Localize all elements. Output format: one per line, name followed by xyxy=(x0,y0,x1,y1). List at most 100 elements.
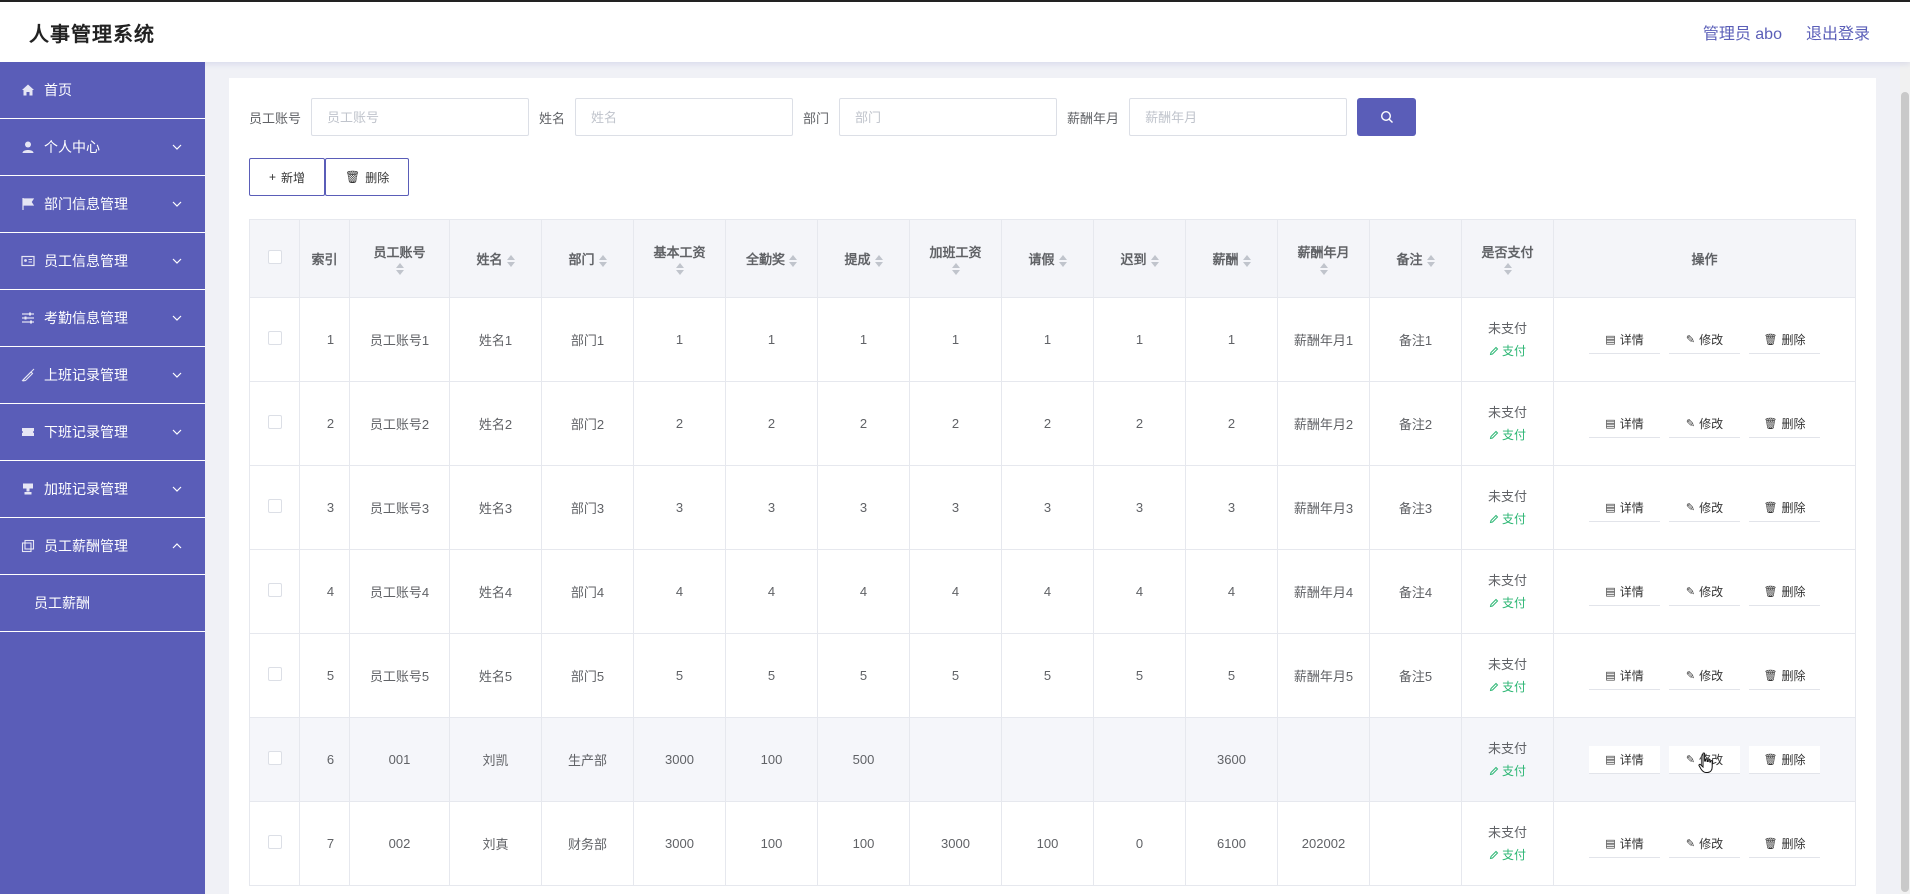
scrollbar-thumb[interactable] xyxy=(1901,92,1909,892)
cell-salary: 5 xyxy=(1185,633,1278,718)
edit-button[interactable]: ✎ 修改 xyxy=(1669,493,1740,522)
edit-button[interactable]: ✎ 修改 xyxy=(1669,661,1740,690)
logout-link[interactable]: 退出登录 xyxy=(1806,20,1870,44)
detail-button[interactable]: ▤ 详情 xyxy=(1589,325,1660,354)
select-all-checkbox[interactable] xyxy=(267,250,282,264)
pay-button[interactable]: 支付 xyxy=(1489,760,1526,782)
column-header[interactable]: 薪酬年月 xyxy=(1277,219,1370,298)
sort-icon[interactable] xyxy=(598,254,607,267)
edit-icon xyxy=(1489,682,1499,691)
current-user[interactable]: 管理员 abo xyxy=(1703,20,1782,44)
detail-button[interactable]: ▤ 详情 xyxy=(1589,829,1660,858)
column-header: 索引 xyxy=(299,219,350,298)
sort-icon[interactable] xyxy=(395,262,404,275)
account-input[interactable] xyxy=(311,98,530,136)
sort-icon[interactable] xyxy=(1058,254,1067,267)
add-button[interactable]: + 新增 xyxy=(249,158,326,196)
stamp-icon xyxy=(20,481,36,497)
column-header[interactable]: 薪酬 xyxy=(1185,219,1278,298)
sort-icon[interactable] xyxy=(1242,254,1251,267)
pay-button[interactable]: 支付 xyxy=(1489,592,1526,614)
row-checkbox[interactable] xyxy=(267,331,282,345)
column-header[interactable]: 部门 xyxy=(541,219,634,298)
column-header[interactable]: 提成 xyxy=(817,219,910,298)
cell-month: 薪酬年月3 xyxy=(1277,465,1370,550)
sidebar-item-8[interactable]: 员工薪酬管理 xyxy=(0,518,205,575)
sort-icon[interactable] xyxy=(675,262,684,275)
column-header[interactable]: 加班工资 xyxy=(909,219,1002,298)
row-checkbox[interactable] xyxy=(267,499,282,513)
row-checkbox[interactable] xyxy=(267,835,282,849)
cell-name: 刘真 xyxy=(449,801,542,886)
sort-icon[interactable] xyxy=(1426,254,1435,267)
edit-button[interactable]: ✎ 修改 xyxy=(1669,325,1740,354)
row-checkbox[interactable] xyxy=(267,667,282,681)
detail-button[interactable]: ▤ 详情 xyxy=(1589,745,1660,774)
month-input[interactable] xyxy=(1129,98,1348,136)
sidebar-item-1[interactable]: 个人中心 xyxy=(0,119,205,176)
column-header[interactable]: 全勤奖 xyxy=(725,219,818,298)
detail-button[interactable]: ▤ 详情 xyxy=(1589,409,1660,438)
batch-delete-button[interactable]: 🗑 删除 xyxy=(325,158,410,196)
dept-input[interactable] xyxy=(839,98,1058,136)
delete-button[interactable]: 🗑 删除 xyxy=(1749,409,1820,438)
cell-month: 薪酬年月4 xyxy=(1277,549,1370,634)
sort-icon[interactable] xyxy=(874,254,883,267)
detail-button[interactable]: ▤ 详情 xyxy=(1589,493,1660,522)
sort-icon[interactable] xyxy=(789,254,797,267)
name-input[interactable] xyxy=(575,98,794,136)
column-header[interactable]: 请假 xyxy=(1001,219,1094,298)
cell-bonus: 1 xyxy=(725,297,818,382)
edit-button[interactable]: ✎ 修改 xyxy=(1669,409,1740,438)
detail-button[interactable]: ▤ 详情 xyxy=(1589,577,1660,606)
column-header-label: 备注 xyxy=(1396,252,1423,267)
row-checkbox[interactable] xyxy=(267,415,282,429)
sidebar-item-2[interactable]: 部门信息管理 xyxy=(0,176,205,233)
row-checkbox[interactable] xyxy=(267,583,282,597)
row-checkbox[interactable] xyxy=(267,751,282,765)
sort-icon[interactable] xyxy=(1503,262,1512,275)
id-card-icon xyxy=(20,253,36,269)
column-header[interactable]: 基本工资 xyxy=(633,219,726,298)
sidebar-item-0[interactable]: 首页 xyxy=(0,62,205,119)
name-label: 姓名 xyxy=(539,110,566,126)
cell-note: 备注2 xyxy=(1369,381,1462,466)
pay-button[interactable]: 支付 xyxy=(1489,508,1526,530)
sort-icon[interactable] xyxy=(506,254,515,267)
sidebar-subitem-salary[interactable]: 员工薪酬 xyxy=(0,575,205,632)
cell-dept: 部门3 xyxy=(541,465,634,550)
column-header[interactable]: 姓名 xyxy=(449,219,542,298)
pay-button[interactable]: 支付 xyxy=(1489,844,1526,866)
edit-button[interactable]: ✎ 修改 xyxy=(1669,577,1740,606)
sidebar-item-3[interactable]: 员工信息管理 xyxy=(0,233,205,290)
pay-button-label: 支付 xyxy=(1501,595,1526,610)
sidebar-item-6[interactable]: 下班记录管理 xyxy=(0,404,205,461)
delete-button[interactable]: 🗑 删除 xyxy=(1749,577,1820,606)
delete-button[interactable]: 🗑 删除 xyxy=(1749,829,1820,858)
detail-button-label: 详情 xyxy=(1619,416,1644,431)
sidebar-item-7[interactable]: 加班记录管理 xyxy=(0,461,205,518)
delete-button[interactable]: 🗑 删除 xyxy=(1749,745,1820,774)
pay-button[interactable]: 支付 xyxy=(1489,424,1526,446)
column-header[interactable]: 是否支付 xyxy=(1461,219,1554,298)
sort-icon[interactable] xyxy=(1319,262,1328,275)
sidebar-item-4[interactable]: 考勤信息管理 xyxy=(0,290,205,347)
column-header[interactable]: 迟到 xyxy=(1093,219,1186,298)
column-header[interactable]: 备注 xyxy=(1369,219,1462,298)
pay-button[interactable]: 支付 xyxy=(1489,340,1526,362)
delete-button[interactable]: 🗑 删除 xyxy=(1749,661,1820,690)
sidebar-item-5[interactable]: 上班记录管理 xyxy=(0,347,205,404)
delete-button[interactable]: 🗑 删除 xyxy=(1749,325,1820,354)
edit-button[interactable]: ✎ 修改 xyxy=(1669,829,1740,858)
pay-status-text: 未支付 xyxy=(1487,656,1527,672)
search-button[interactable] xyxy=(1357,98,1417,136)
detail-button-label: 详情 xyxy=(1619,752,1644,767)
delete-button[interactable]: 🗑 删除 xyxy=(1749,493,1820,522)
search-icon xyxy=(1380,110,1393,123)
column-header[interactable]: 员工账号 xyxy=(349,219,450,298)
sort-icon[interactable] xyxy=(1150,254,1159,267)
detail-button[interactable]: ▤ 详情 xyxy=(1589,661,1660,690)
pay-button[interactable]: 支付 xyxy=(1489,676,1526,698)
sort-icon[interactable] xyxy=(951,262,960,275)
cell-note: 备注3 xyxy=(1369,465,1462,550)
